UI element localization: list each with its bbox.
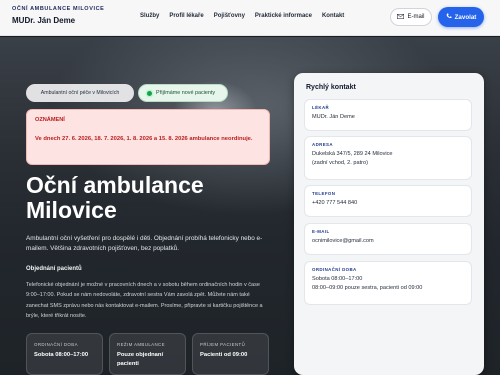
brand-kicker: Oční ambulance Milovice: [12, 6, 105, 12]
nav-item-profil[interactable]: Profil lékaře: [169, 13, 203, 19]
contact-card-value-extra: 08:00–09:00 pouze sestra, pacienti od 09…: [312, 284, 423, 291]
info-card-mode: Režim ambulance Pouze objednaní pacienti: [109, 333, 186, 375]
contact-card-label: Ordinační doba: [312, 267, 357, 272]
email-button-label: E-mail: [407, 14, 425, 20]
green-dot-icon: [147, 90, 152, 96]
phone-link[interactable]: +420 777 544 840: [312, 199, 464, 208]
contact-card-address: Adresa Dukelská 347/5, 289 24 Milovice (…: [304, 136, 472, 180]
notice-text: Ve dnech 27. 6. 2026, 18. 7. 2026, 1. 8.…: [35, 136, 253, 142]
info-card-value: Pacienti od 09:00: [200, 352, 248, 358]
notice-title: OZNÁMENÍ: [35, 117, 65, 123]
envelope-icon: [397, 13, 405, 21]
page-subtitle: Ambulantní oční vyšetření pro dospělé i …: [26, 235, 263, 252]
contact-card-label: Lékař: [312, 105, 330, 110]
page-title: Oční ambulance Milovice: [26, 172, 204, 223]
nav-item-kontakt[interactable]: Kontakt: [322, 13, 344, 19]
contact-card-email[interactable]: E-mail ocnimilovice@gmail.com: [304, 223, 472, 255]
status-chip: Přijímáme nové pacienty: [138, 84, 228, 102]
info-card-intake: Příjem pacientů Pacienti od 09:00: [192, 333, 269, 375]
contact-card-value-extra: (zadní vchod, 2. patro): [312, 159, 368, 166]
info-card-value: Pouze objednaní pacienti: [117, 352, 164, 367]
quick-contact-title: Rychlý kontakt: [306, 84, 356, 91]
contact-card-hours: Ordinační doba Sobota 08:00–17:00 08:00–…: [304, 261, 472, 305]
nav-item-sluzby[interactable]: Služby: [140, 13, 159, 19]
contact-card-value: Dukelská 347/5, 289 24 Milovice: [312, 151, 393, 157]
brand-name[interactable]: MUDr. Ján Deme: [12, 16, 75, 25]
site-header: Oční ambulance Milovice MUDr. Ján Deme S…: [0, 0, 500, 36]
contact-card-phone[interactable]: Telefon +420 777 544 840: [304, 185, 472, 217]
contact-card-doctor: Lékař MUDr. Ján Deme: [304, 99, 472, 131]
contact-card-label: Telefon: [312, 191, 336, 196]
info-card-label: Režim ambulance: [117, 342, 165, 347]
info-card-value: Sobota 08:00–17:00: [34, 352, 89, 358]
notice-box: OZNÁMENÍ Ve dnech 27. 6. 2026, 18. 7. 20…: [26, 109, 270, 165]
info-card-label: Příjem pacientů: [200, 342, 246, 347]
ordering-heading: Objednání pacientů: [26, 266, 82, 272]
location-chip: Ambulantní oční péče v Milovicích: [26, 84, 134, 102]
nav-item-prakticke-informace[interactable]: Praktické informace: [255, 13, 312, 19]
call-button-label: Zavolat: [454, 13, 477, 21]
status-chip-label: Přijímáme nové pacienty: [156, 90, 216, 96]
call-button[interactable]: Zavolat: [438, 7, 484, 27]
phone-icon: [446, 13, 452, 21]
email-button[interactable]: E-mail: [390, 8, 432, 26]
contact-card-label: E-mail: [312, 229, 330, 234]
email-link[interactable]: ocnimilovice@gmail.com: [312, 237, 464, 246]
quick-contact-panel: Rychlý kontakt Lékař MUDr. Ján Deme Adre…: [294, 73, 484, 375]
info-card-label: Ordinační doba: [34, 342, 78, 347]
ordering-text: Telefonické objednání je možné v pracovn…: [26, 282, 263, 319]
contact-card-label: Adresa: [312, 142, 333, 147]
info-card-hours: Ordinační doba Sobota 08:00–17:00: [26, 333, 103, 375]
nav-item-pojistovny[interactable]: Pojišťovny: [214, 13, 245, 19]
main-nav: Služby Profil lékaře Pojišťovny Praktick…: [140, 13, 344, 19]
contact-card-value: Sobota 08:00–17:00: [312, 276, 363, 282]
contact-card-value: MUDr. Ján Deme: [312, 114, 355, 120]
